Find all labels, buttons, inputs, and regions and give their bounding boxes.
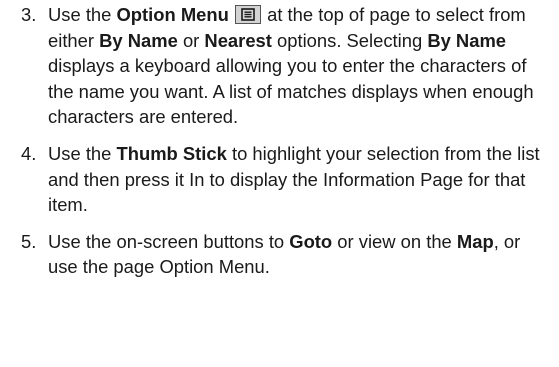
instruction-page: 3. Use the Option Menu at the top of pag… — [0, 0, 559, 367]
option-menu-icon — [235, 5, 261, 24]
step-5: 5. Use the on-screen buttons to Goto or … — [21, 229, 549, 280]
by-name-term-2: By Name — [427, 29, 507, 51]
step-4: 4. Use the Thumb Stick to highlight your… — [21, 141, 549, 218]
step-3: 3. Use the Option Menu at the top of pag… — [21, 2, 549, 130]
step-text: Use the on-screen buttons to Goto or vie… — [48, 230, 521, 278]
goto-term: Goto — [289, 230, 333, 252]
step-number: 4. — [21, 142, 37, 164]
step-text: Use the Option Menu at the top of page t… — [48, 4, 534, 128]
steps-list: 3. Use the Option Menu at the top of pag… — [21, 2, 549, 280]
step-number: 3. — [21, 4, 37, 25]
step-text: Use the Thumb Stick to highlight your se… — [48, 142, 540, 216]
by-name-term: By Name — [99, 29, 178, 51]
thumb-stick-term: Thumb Stick — [116, 142, 227, 164]
nearest-term: Nearest — [204, 29, 272, 51]
option-menu-term: Option Menu — [116, 4, 229, 25]
map-term: Map — [456, 230, 494, 252]
step-number: 5. — [21, 230, 37, 252]
